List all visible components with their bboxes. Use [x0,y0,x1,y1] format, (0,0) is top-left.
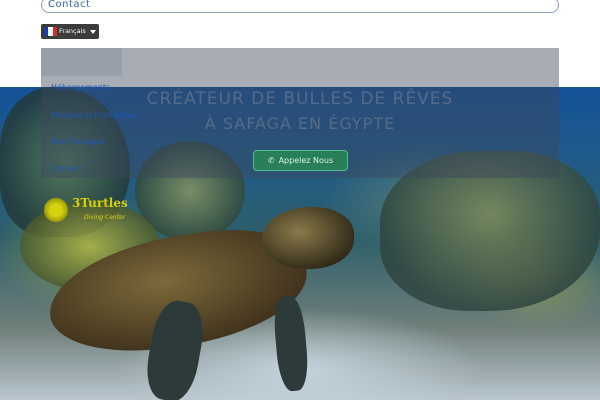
turtle-head [262,207,354,269]
language-label: Français [59,27,86,35]
hero-banner: Hébergements Plongée & Formations Nos Pa… [0,41,600,400]
hero-title-line1: CRÉATEUR DE BULLES DE RÊVES [146,89,454,109]
turtle-logo-icon [44,198,68,222]
top-bar: Contact Français [0,0,600,42]
hero-title-line2: À SAFAGA EN ÉGYPTE [204,114,396,133]
chevron-down-icon [90,30,96,34]
contact-link-label: Contact [48,0,91,10]
phone-icon: ✆ [267,156,275,165]
nav-item-contact[interactable]: Contact [51,164,82,173]
turtle-flipper [271,294,311,393]
logo-tagline: Diving Center [84,214,126,221]
call-button[interactable]: ✆ Appelez Nous [253,150,348,171]
nav-item-packages[interactable]: Nos Packages [51,137,106,146]
language-selector[interactable]: Français [41,24,99,39]
contact-link[interactable]: Contact [41,0,559,13]
logo-name: 3Turtles [72,196,128,210]
logo[interactable]: 3Turtles Diving Center [44,196,144,226]
france-flag-icon [44,27,57,36]
nav-item-active[interactable] [41,48,122,76]
call-button-label: Appelez Nous [278,156,334,165]
